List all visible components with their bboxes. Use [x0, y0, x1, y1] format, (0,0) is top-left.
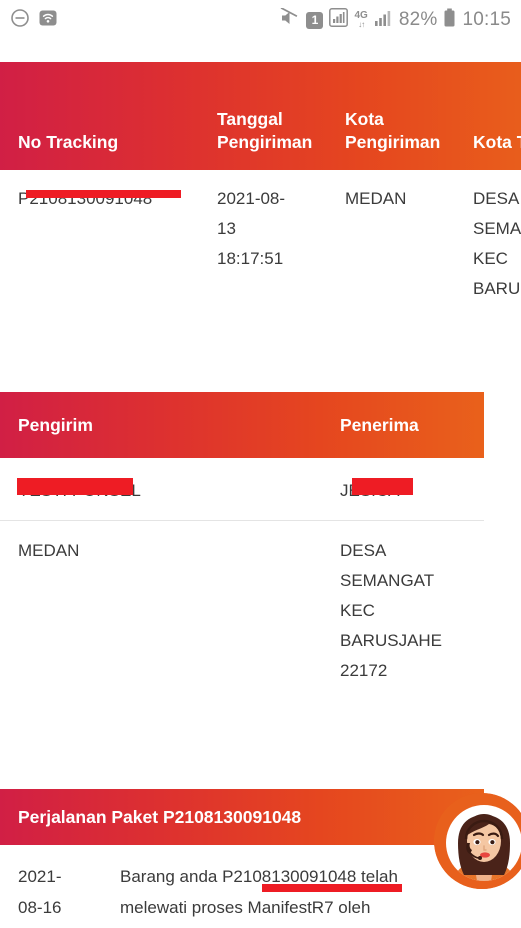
column-header-penerima: Penerima	[340, 414, 419, 435]
clock-label: 10:15	[462, 9, 511, 30]
column-header-no-tracking: No Tracking	[18, 132, 119, 152]
chat-support-avatar-button[interactable]	[434, 793, 521, 889]
signal-box-icon	[329, 8, 349, 32]
cell-journey-date: 2021- 08-16	[18, 867, 62, 917]
sim-1-icon: 1	[306, 11, 324, 29]
cell-tanggal-pengiriman: 2021-08- 13 18:17:51	[217, 189, 286, 268]
signal-bars-icon	[374, 9, 393, 32]
status-bar-left-icons	[10, 8, 58, 33]
cell-kota-tujuan: DESA SEMA KEC BARU	[473, 189, 521, 298]
cell-kota-pengiriman: MEDAN	[345, 189, 407, 208]
status-bar-right-icons: 1 4G ↓↑ 82% 10:15	[279, 6, 511, 33]
battery-percent-label: 82%	[398, 9, 438, 30]
column-header-kota-pengiriman: Kota Pengiriman	[345, 109, 441, 152]
4g-data-icon: 4G ↓↑	[354, 11, 367, 29]
table-row: P2108130091048 2021-08- 13 18:17:51 MEDA…	[0, 170, 521, 304]
table-row: YESTI PONSEL JESICA	[0, 458, 484, 521]
shipment-table[interactable]: No Tracking Tanggal Pengiriman Kota Peng…	[0, 62, 521, 304]
column-header-pengirim: Pengirim	[18, 414, 93, 435]
hotspot-icon	[38, 8, 58, 33]
party-table-header: Pengirim Penerima	[0, 392, 484, 458]
cell-pengirim-city: MEDAN	[18, 541, 80, 560]
cell-penerima-address: DESA SEMANGAT KEC BARUSJAHE 22172	[340, 541, 443, 680]
party-table[interactable]: Pengirim Penerima YESTI PONSEL JESICA ME…	[0, 392, 484, 686]
table-row: MEDAN DESA SEMANGAT KEC BARUSJAHE 22172	[0, 521, 484, 686]
status-bar: 1 4G ↓↑ 82% 10:15	[0, 0, 521, 40]
support-agent-avatar-icon	[434, 793, 521, 889]
column-header-kota-tujuan: Kota T	[473, 132, 521, 152]
cell-penerima-name: JESICA	[340, 481, 400, 500]
shipment-table-header: No Tracking Tanggal Pengiriman Kota Peng…	[0, 62, 521, 170]
battery-icon	[443, 8, 456, 33]
mute-icon	[279, 6, 300, 33]
journey-section-title: Perjalanan Paket P2108130091048	[18, 806, 302, 827]
cell-pengirim-name: YESTI PONSEL	[18, 481, 141, 500]
cell-no-tracking: P2108130091048	[18, 189, 153, 208]
journey-section-header: Perjalanan Paket P2108130091048	[0, 789, 484, 845]
column-header-tanggal-pengiriman: Tanggal Pengiriman	[217, 109, 313, 152]
do-not-disturb-icon	[10, 8, 30, 33]
data-arrows-label: ↓↑	[358, 20, 365, 29]
